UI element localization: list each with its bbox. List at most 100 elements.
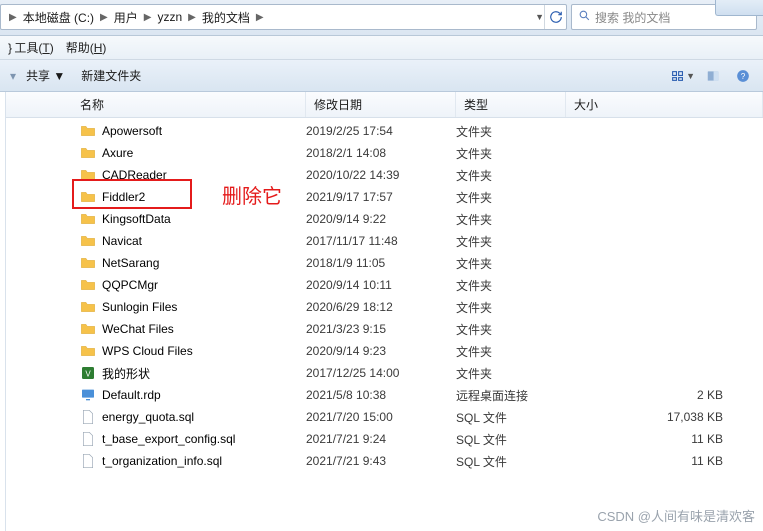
table-row[interactable]: V 我的形状2017/12/25 14:00文件夹 (6, 362, 763, 384)
file-name: KingsoftData (102, 212, 171, 226)
column-headers[interactable]: 名称 修改日期 类型 大小 (6, 92, 763, 118)
cell-date: 2021/7/20 15:00 (306, 410, 456, 424)
window-control-hint (715, 0, 763, 16)
cell-date: 2017/11/17 11:48 (306, 234, 456, 248)
cell-name[interactable]: Axure (6, 145, 306, 161)
cell-type: SQL 文件 (456, 409, 566, 426)
share-button[interactable]: 共享 ▼ (18, 64, 73, 87)
new-folder-button[interactable]: 新建文件夹 (73, 64, 149, 87)
cell-date: 2020/10/22 14:39 (306, 168, 456, 182)
cell-type: 文件夹 (456, 255, 566, 272)
folder-icon (80, 233, 96, 249)
cell-date: 2020/9/14 9:23 (306, 344, 456, 358)
shapes-folder-icon: V (80, 365, 96, 381)
cell-name[interactable]: NetSarang (6, 255, 306, 271)
menu-help[interactable]: 帮助(H) (66, 39, 107, 56)
cell-name[interactable]: t_base_export_config.sql (6, 431, 306, 447)
cell-date: 2020/9/14 9:22 (306, 212, 456, 226)
addressbar-row: ▶ 本地磁盘 (C:) ▶ 用户 ▶ yzzn ▶ 我的文档 ▶ ▼ 搜索 我的… (0, 0, 763, 36)
preview-pane-icon[interactable] (701, 65, 725, 87)
cell-date: 2018/1/9 11:05 (306, 256, 456, 270)
folder-icon (80, 123, 96, 139)
cell-date: 2020/9/14 10:11 (306, 278, 456, 292)
table-row[interactable]: energy_quota.sql 2021/7/20 15:00SQL 文件17,… (6, 406, 763, 428)
table-row[interactable]: Apowersoft2019/2/25 17:54文件夹 (6, 120, 763, 142)
toolbar-right: ▼ ? (671, 65, 755, 87)
cell-name[interactable]: t_organization_info.sql (6, 453, 306, 469)
menu-tools[interactable]: } 工具(T) (8, 39, 54, 56)
table-row[interactable]: WPS Cloud Files2020/9/14 9:23文件夹 (6, 340, 763, 362)
chevron-right-icon: ▶ (186, 12, 198, 23)
table-row[interactable]: NetSarang2018/1/9 11:05文件夹 (6, 252, 763, 274)
cell-name[interactable]: V 我的形状 (6, 365, 306, 382)
chevron-right-icon: ▶ (7, 12, 19, 23)
table-row[interactable]: t_base_export_config.sql2021/7/21 9:24SQ… (6, 428, 763, 450)
file-list[interactable]: 名称 修改日期 类型 大小 Apowersoft2019/2/25 17:54文… (6, 92, 763, 531)
column-type[interactable]: 类型 (456, 92, 566, 117)
folder-icon (80, 299, 96, 315)
chevron-right-icon: ▶ (142, 12, 154, 23)
table-row[interactable]: t_organization_info.sql2021/7/21 9:43SQL… (6, 450, 763, 472)
table-row[interactable]: CADReader2020/10/22 14:39文件夹 (6, 164, 763, 186)
cell-size: 17,038 KB (566, 410, 763, 424)
file-name: Apowersoft (102, 124, 162, 138)
cell-date: 2021/7/21 9:43 (306, 454, 456, 468)
breadcrumb-item[interactable]: 用户 (110, 9, 142, 26)
file-name: energy_quota.sql (102, 410, 194, 424)
table-row[interactable]: Default.rdp2021/5/8 10:38远程桌面连接2 KB (6, 384, 763, 406)
cell-name[interactable]: CADReader (6, 167, 306, 183)
toolbar-separator: ▾ (10, 69, 16, 83)
column-date[interactable]: 修改日期 (306, 92, 456, 117)
chevron-down-icon[interactable]: ▼ (535, 12, 544, 22)
cell-type: 文件夹 (456, 211, 566, 228)
svg-text:?: ? (741, 71, 746, 80)
rdp-icon (80, 387, 96, 403)
watermark: CSDN @人间有味是清欢客 (597, 506, 755, 525)
cell-name[interactable]: KingsoftData (6, 211, 306, 227)
cell-date: 2021/3/23 9:15 (306, 322, 456, 336)
file-name: WPS Cloud Files (102, 344, 193, 358)
breadcrumb-item[interactable]: 我的文档 (198, 9, 254, 26)
cell-name[interactable]: energy_quota.sql (6, 409, 306, 425)
file-name: QQPCMgr (102, 278, 158, 292)
chevron-right-icon: ▶ (254, 12, 266, 23)
file-icon (80, 453, 96, 469)
table-row[interactable]: QQPCMgr2020/9/14 10:11文件夹 (6, 274, 763, 296)
table-row[interactable]: WeChat Files2021/3/23 9:15文件夹 (6, 318, 763, 340)
cell-date: 2021/5/8 10:38 (306, 388, 456, 402)
refresh-icon[interactable] (544, 5, 566, 29)
cell-name[interactable]: QQPCMgr (6, 277, 306, 293)
breadcrumb-item[interactable]: 本地磁盘 (C:) (19, 9, 98, 26)
cell-date: 2017/12/25 14:00 (306, 366, 456, 380)
cell-type: 文件夹 (456, 167, 566, 184)
table-row[interactable]: Fiddler22021/9/17 17:57文件夹 (6, 186, 763, 208)
view-options-icon[interactable]: ▼ (671, 65, 695, 87)
table-row[interactable]: KingsoftData 2020/9/14 9:22文件夹 (6, 208, 763, 230)
file-name: 我的形状 (102, 365, 150, 382)
cell-name[interactable]: WPS Cloud Files (6, 343, 306, 359)
cell-name[interactable]: Fiddler2 (6, 189, 306, 205)
table-row[interactable]: Axure2018/2/1 14:08文件夹 (6, 142, 763, 164)
column-name[interactable]: 名称 (6, 92, 306, 117)
search-icon (578, 9, 591, 25)
breadcrumb[interactable]: ▶ 本地磁盘 (C:) ▶ 用户 ▶ yzzn ▶ 我的文档 ▶ ▼ (0, 4, 567, 30)
cell-type: SQL 文件 (456, 453, 566, 470)
toolbar: ▾ 共享 ▼ 新建文件夹 ▼ ? (0, 60, 763, 92)
table-row[interactable]: Sunlogin Files2020/6/29 18:12文件夹 (6, 296, 763, 318)
help-icon[interactable]: ? (731, 65, 755, 87)
cell-name[interactable]: Apowersoft (6, 123, 306, 139)
main-area: 名称 修改日期 类型 大小 Apowersoft2019/2/25 17:54文… (0, 92, 763, 531)
cell-name[interactable]: Navicat (6, 233, 306, 249)
folder-icon (80, 167, 96, 183)
cell-name[interactable]: WeChat Files (6, 321, 306, 337)
breadcrumb-item[interactable]: yzzn (153, 10, 186, 24)
column-size[interactable]: 大小 (566, 92, 763, 117)
table-row[interactable]: Navicat2017/11/17 11:48文件夹 (6, 230, 763, 252)
file-name: t_base_export_config.sql (102, 432, 235, 446)
cell-size: 11 KB (566, 454, 763, 468)
cell-type: 文件夹 (456, 365, 566, 382)
cell-name[interactable]: Sunlogin Files (6, 299, 306, 315)
chevron-right-icon: ▶ (98, 12, 110, 23)
file-name: Default.rdp (102, 388, 161, 402)
cell-name[interactable]: Default.rdp (6, 387, 306, 403)
